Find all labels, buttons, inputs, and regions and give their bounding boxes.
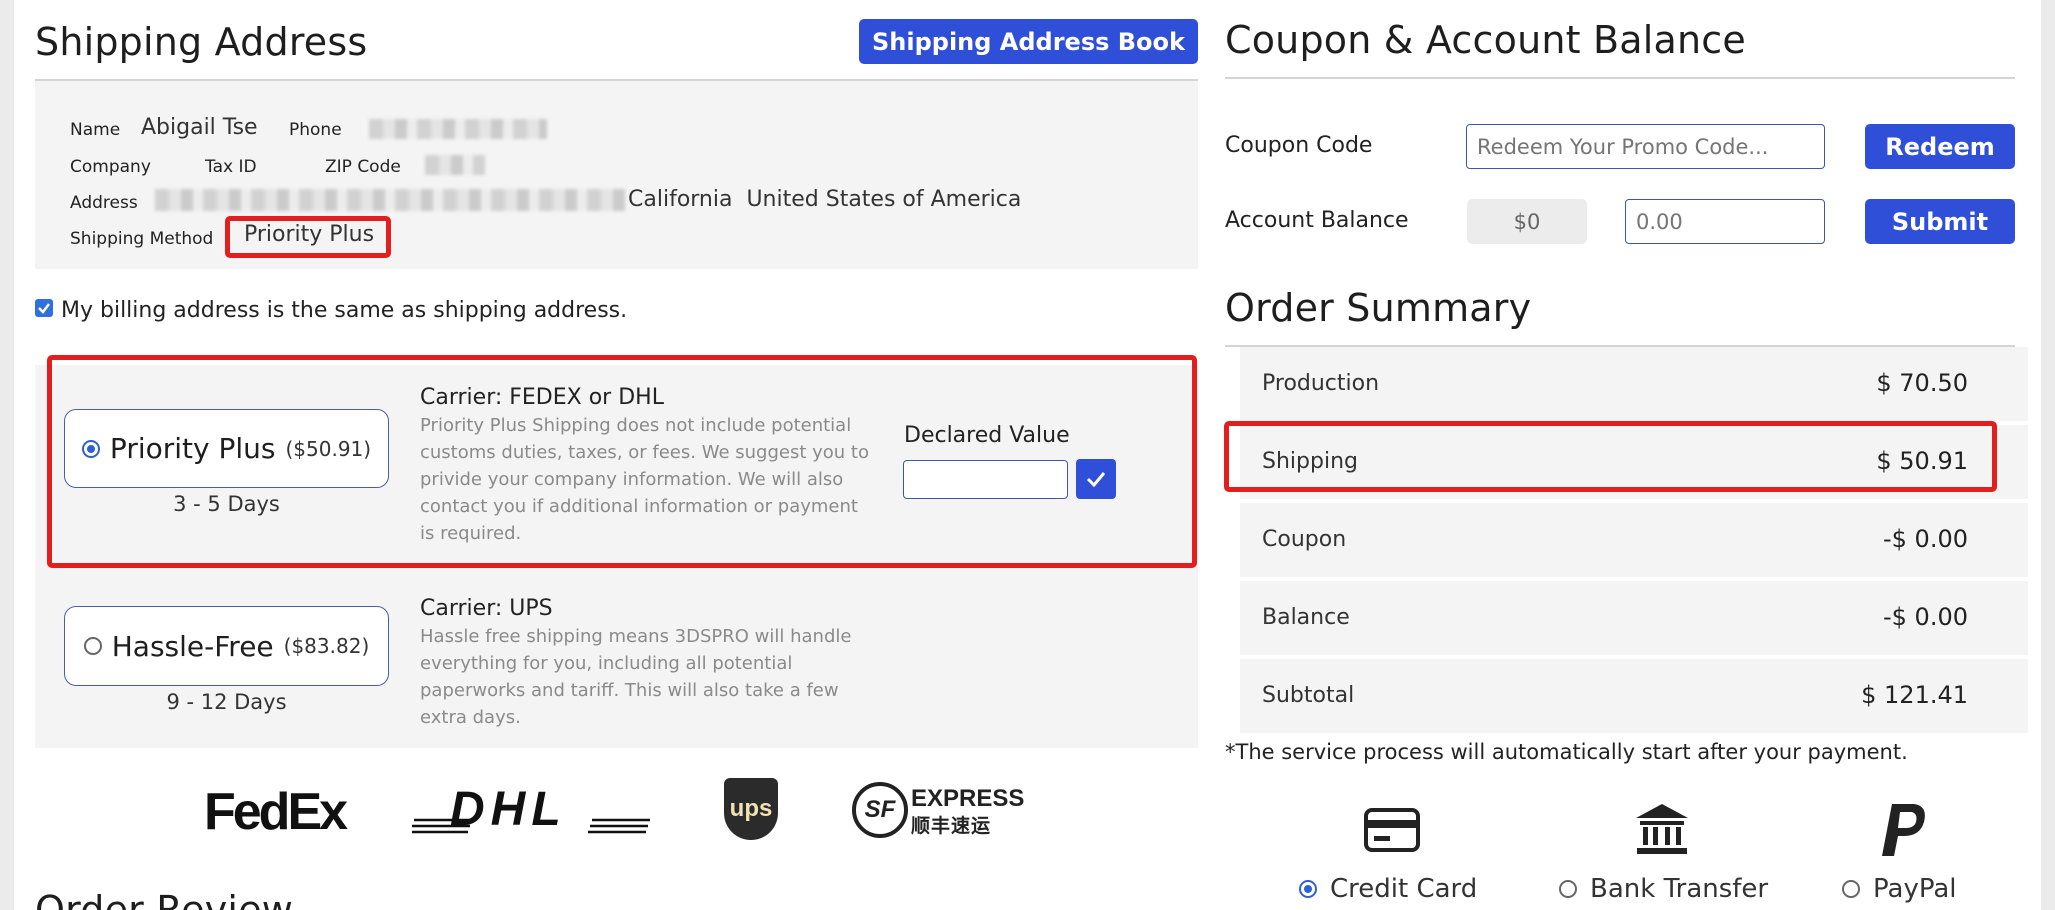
zip-code-label: ZIP Code	[325, 157, 401, 177]
summary-row-production: Production $ 70.50	[1240, 347, 2028, 421]
payment-label: PayPal	[1873, 874, 1957, 904]
option-description: Hassle free shipping means 3DSPRO will h…	[420, 626, 852, 728]
bank-transfer-radio[interactable]	[1559, 880, 1577, 898]
tax-id-label: Tax ID	[205, 157, 257, 177]
summary-value: $ 121.41	[1861, 681, 1968, 709]
summary-label: Production	[1262, 371, 1380, 396]
divider	[1225, 77, 2015, 79]
summary-value: $ 70.50	[1876, 369, 1968, 397]
option-days: 9 - 12 Days	[166, 690, 287, 714]
payment-label: Bank Transfer	[1590, 874, 1769, 904]
credit-card-radio[interactable]	[1299, 880, 1317, 898]
sf-mark-text: SF	[864, 796, 896, 823]
paypal-radio[interactable]	[1842, 880, 1860, 898]
address-value-visible: California United States of America	[628, 187, 1022, 212]
shipping-address-book-button[interactable]: Shipping Address Book	[859, 19, 1198, 64]
summary-label: Coupon	[1262, 527, 1347, 552]
summary-label: Subtotal	[1262, 683, 1355, 708]
declared-value-input[interactable]	[903, 460, 1068, 499]
checkout-page: Shipping Address Shipping Address Book N…	[14, 0, 2041, 910]
summary-row-coupon: Coupon -$ 0.00	[1240, 503, 2028, 577]
option-carrier: Carrier: FEDEX or DHL	[420, 385, 664, 410]
name-label: Name	[70, 120, 121, 140]
zip-value-redacted	[425, 155, 485, 175]
declared-value-confirm-button[interactable]	[1076, 459, 1116, 499]
summary-row-balance: Balance -$ 0.00	[1240, 581, 2028, 655]
payment-option-paypal[interactable]: PayPal	[1842, 874, 1957, 904]
option-hassle-free[interactable]: Hassle-Free ($83.82)	[64, 606, 389, 686]
shipping-cost-highlight	[1224, 421, 1997, 492]
coupon-balance-title: Coupon & Account Balance	[1225, 18, 1746, 62]
phone-label: Phone	[289, 120, 342, 140]
address-value-redacted	[155, 189, 625, 211]
option-carrier: Carrier: UPS	[420, 596, 553, 621]
ups-logo-text: ups	[729, 795, 773, 822]
order-summary-title: Order Summary	[1225, 286, 1532, 330]
summary-value: -$ 0.00	[1883, 603, 1968, 631]
coupon-code-input[interactable]	[1466, 124, 1825, 169]
billing-same-label: My billing address is the same as shippi…	[61, 298, 628, 323]
option-priority-plus[interactable]: Priority Plus ($50.91)	[64, 409, 389, 488]
shipping-address-title: Shipping Address	[35, 20, 368, 64]
coupon-code-label: Coupon Code	[1225, 133, 1373, 158]
summary-label: Balance	[1262, 605, 1350, 630]
payment-label: Credit Card	[1330, 874, 1478, 904]
redeem-button[interactable]: Redeem	[1865, 124, 2015, 169]
dhl-logo: DHL	[410, 782, 650, 838]
company-label: Company	[70, 157, 151, 177]
payment-option-bank-transfer[interactable]: Bank Transfer	[1559, 874, 1768, 904]
name-value: Abigail Tse	[141, 115, 258, 140]
ups-logo: ups	[724, 778, 778, 840]
order-review-title: Order Review	[35, 888, 294, 910]
address-panel: Name Abigail Tse Phone Company Tax ID ZI…	[35, 81, 1198, 269]
shipping-method-value: Priority Plus	[244, 222, 375, 247]
paypal-icon	[1880, 802, 1930, 858]
option-price: ($50.91)	[285, 436, 372, 461]
summary-row-subtotal: Subtotal $ 121.41	[1240, 659, 2028, 733]
credit-card-icon	[1364, 808, 1420, 852]
bank-icon	[1634, 802, 1690, 856]
fedex-logo: FedEx	[204, 783, 348, 841]
shipping-method-label: Shipping Method	[70, 229, 214, 249]
submit-balance-button[interactable]: Submit	[1865, 199, 2015, 244]
payment-option-credit-card[interactable]: Credit Card	[1299, 874, 1477, 904]
summary-value: -$ 0.00	[1883, 525, 1968, 553]
balance-amount-input[interactable]	[1625, 199, 1825, 244]
priority-plus-radio[interactable]	[81, 439, 100, 458]
hassle-free-radio[interactable]	[83, 637, 102, 655]
option-price: ($83.82)	[283, 634, 370, 658]
sf-express-logo-text: EXPRESS	[911, 785, 1025, 812]
address-label: Address	[70, 193, 138, 213]
payment-note: *The service process will automatically …	[1225, 740, 1908, 764]
option-description: Priority Plus Shipping does not include …	[420, 415, 869, 544]
dhl-logo-text: DHL	[450, 783, 567, 836]
declared-value-label: Declared Value	[904, 423, 1070, 448]
option-days: 3 - 5 Days	[173, 492, 280, 516]
option-name: Priority Plus	[109, 432, 276, 465]
phone-value-redacted	[369, 119, 547, 139]
sf-express-mark: SF	[852, 782, 908, 838]
check-icon	[1086, 472, 1106, 488]
account-balance-label: Account Balance	[1225, 208, 1409, 233]
account-balance-value: $0	[1467, 199, 1587, 244]
option-name: Hassle-Free	[111, 629, 274, 663]
check-icon	[38, 303, 50, 314]
sf-express-logo-cn: 顺丰速运	[911, 815, 992, 837]
billing-same-checkbox[interactable]	[35, 299, 53, 317]
